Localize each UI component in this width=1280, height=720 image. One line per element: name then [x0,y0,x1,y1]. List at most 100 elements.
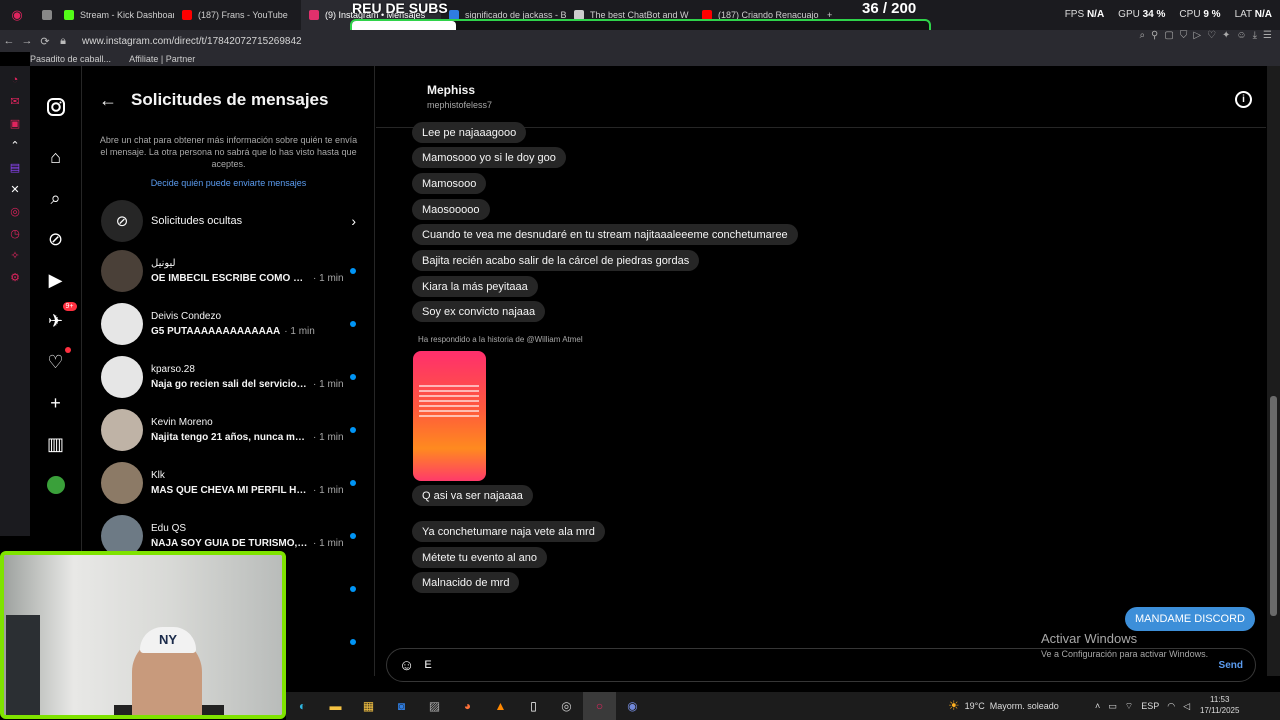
browser-tab-label: Stream - Kick Dashboard [80,10,174,20]
kick-sidebar-icon[interactable]: ⌃ [10,139,19,152]
conversation-name: Klk [151,469,165,481]
back-arrow-icon[interactable]: ← [99,90,117,111]
who-can-message-link[interactable]: Decide quién puede enviarte mensajes [83,178,374,188]
dashboard-icon[interactable]: ▥ [43,431,69,457]
opera-gx-icon[interactable]: ○ [583,692,616,720]
send-button[interactable]: Send [1219,660,1243,671]
reels-icon[interactable]: ▶ [43,267,69,293]
chat-header: Mephiss mephistofeless7 i [376,66,1266,128]
request-conversation-item[interactable]: Klk MAS QUE CHEVA MI PERFIL HA... · 1 min [83,456,374,509]
message-bubble[interactable]: Bajita recién acabo salir de la cárcel d… [412,250,700,271]
hidden-requests-row[interactable]: ⊘ Solicitudes ocultas › [83,198,374,244]
create-icon[interactable]: + [43,390,69,416]
search-icon[interactable]: ⌕ [43,185,69,211]
chat-contact-username: mephistofeless7 [427,100,493,110]
conversation-name: ليونيل [151,257,176,269]
reload-icon[interactable]: ⟳ [36,35,54,48]
message-composer[interactable]: ☺ E Send [386,648,1256,682]
info-icon[interactable]: i [1235,91,1252,108]
download-icon[interactable]: ⤓ [1253,30,1257,41]
message-bubble[interactable]: Maosooooo [412,199,490,220]
explore-icon[interactable]: ⊘ [43,226,69,252]
browser-tab[interactable]: Stream - Kick Dashboard [56,0,174,30]
sidebar-icon[interactable]: ☰ [1263,30,1272,41]
explorer-icon[interactable]: ▬ [319,692,352,720]
history-icon[interactable]: ◔ [12,74,19,86]
heart-icon[interactable]: ♡ [1207,30,1216,41]
message-bubble[interactable]: Malnacido de mrd [412,572,520,593]
message-input[interactable]: E [424,659,1218,671]
notifications-heart-icon[interactable]: ♡ [43,347,71,375]
conversation-avatar [101,302,143,345]
message-bubble[interactable]: Q asi va ser najaaaa [412,485,533,506]
back-icon[interactable]: ← [0,35,18,47]
settings-icon[interactable]: ⚙ [10,271,20,284]
x-icon[interactable]: ✕ [10,183,19,196]
vlc-icon[interactable]: ▲ [484,692,517,720]
browser-logo-icon[interactable]: ◉ [0,0,34,30]
message-bubble[interactable]: Mamosooo yo si le doy goo [412,147,566,168]
tv-icon[interactable]: ▣ [10,117,20,130]
steam-icon[interactable]: ◎ [550,692,583,720]
message-bubble[interactable]: Soy ex convicto najaaa [412,301,546,322]
shield-icon[interactable]: ⛉ [1180,30,1188,41]
battery-icon[interactable]: ▭ [1108,701,1117,712]
weather-widget[interactable]: ☀ 19°C Mayorm. soleado [948,692,1059,720]
lang-indicator[interactable]: ESP [1141,701,1159,711]
request-conversation-item[interactable]: kparso.28 Ñaja go recien sali del servici… [83,350,374,403]
url-field[interactable]: www.instagram.com/direct/t/1784207271526… [82,36,302,47]
profile-avatar[interactable] [43,472,69,498]
home-icon[interactable]: ⌂ [43,144,69,170]
clock-icon[interactable]: ◷ [10,227,20,240]
bookmark-item[interactable]: Pasadito de caball... [30,54,111,64]
extensions-icon[interactable]: ✦ [1222,30,1230,41]
messenger-icon[interactable]: ✉ [10,95,19,108]
discord-icon[interactable]: ◉ [616,692,649,720]
lat-value: N/A [1254,9,1272,20]
forward-icon[interactable]: → [18,35,36,47]
scrollbar-thumb[interactable] [1270,396,1277,616]
taskbar-clock[interactable]: 11:53 17/11/2025 [1200,694,1239,716]
messages-icon[interactable]: ✈ 9+ [43,302,77,334]
target-icon[interactable]: ◎ [10,205,20,218]
notepad-icon[interactable]: ▯ [517,692,550,720]
message-bubble[interactable]: Lee pe najaaagooo [412,122,527,143]
twitch-icon[interactable]: ▤ [10,161,20,174]
story-thumbnail[interactable] [413,351,486,481]
message-bubble[interactable]: Mamosooo [412,173,487,194]
chat-contact-name[interactable]: Mephiss [427,83,492,97]
browser-tab[interactable] [34,0,56,30]
profile-icon[interactable]: ☺ [1236,30,1246,41]
message-bubble[interactable]: Métete tu evento al ano [412,547,547,568]
calculator-icon[interactable]: ▦ [352,692,385,720]
unread-indicator [350,480,356,486]
zoom-icon[interactable]: ⌕ [1139,30,1145,41]
instagram-logo-icon[interactable] [43,94,69,120]
discord-overlay-button[interactable]: MANDAME DISCORD [1125,607,1256,631]
screenshot-icon[interactable]: ▢ [1164,30,1173,41]
photos-icon[interactable]: ▨ [418,692,451,720]
puzzle-icon[interactable]: ✧ [10,249,19,262]
system-stats: FPS N/A GPU 34 % CPU 9 % LAT N/A [1065,9,1272,20]
outlook-icon[interactable]: ◙ [385,692,418,720]
emoji-icon[interactable]: ☺ [399,657,414,674]
request-conversation-item[interactable]: ليونيل OE IMBECIL ESCRIBE COMO ÑA... · 1 m… [83,244,374,297]
request-conversation-item[interactable]: Deivis Condezo G5 PUTAAAAAAAAAAAAA · 1 min [83,297,374,350]
wifi-icon[interactable]: ◠ [1167,701,1175,712]
chat-scrollbar[interactable] [1267,66,1280,676]
network-icon[interactable]: ⌔ [1125,701,1133,712]
chevron-up-icon[interactable]: ˄ [1095,701,1100,711]
browser-tab[interactable]: (187) Frans - YouTube [174,0,301,30]
firefox-icon[interactable]: ◕ [451,692,484,720]
play-icon[interactable]: ▷ [1193,30,1201,41]
volume-icon[interactable]: ◁ [1183,701,1190,712]
message-bubble[interactable]: Cuando te vea me desnudaré en tu stream … [412,224,798,245]
gpu-value: 34 % [1142,9,1166,20]
message-bubble[interactable]: Kiara la más peyitaaa [412,276,538,297]
pin-icon[interactable]: ⚲ [1151,30,1158,41]
fps-label: FPS [1064,9,1085,20]
message-bubble[interactable]: Ya conchetumare naja vete ala mrd [412,521,605,542]
edge-icon[interactable]: ◐ [286,692,319,720]
request-conversation-item[interactable]: Kevin Moreno Ñajita tengo 21 años, nunca … [83,403,374,456]
bookmark-item[interactable]: Affiliate | Partner [129,54,195,64]
